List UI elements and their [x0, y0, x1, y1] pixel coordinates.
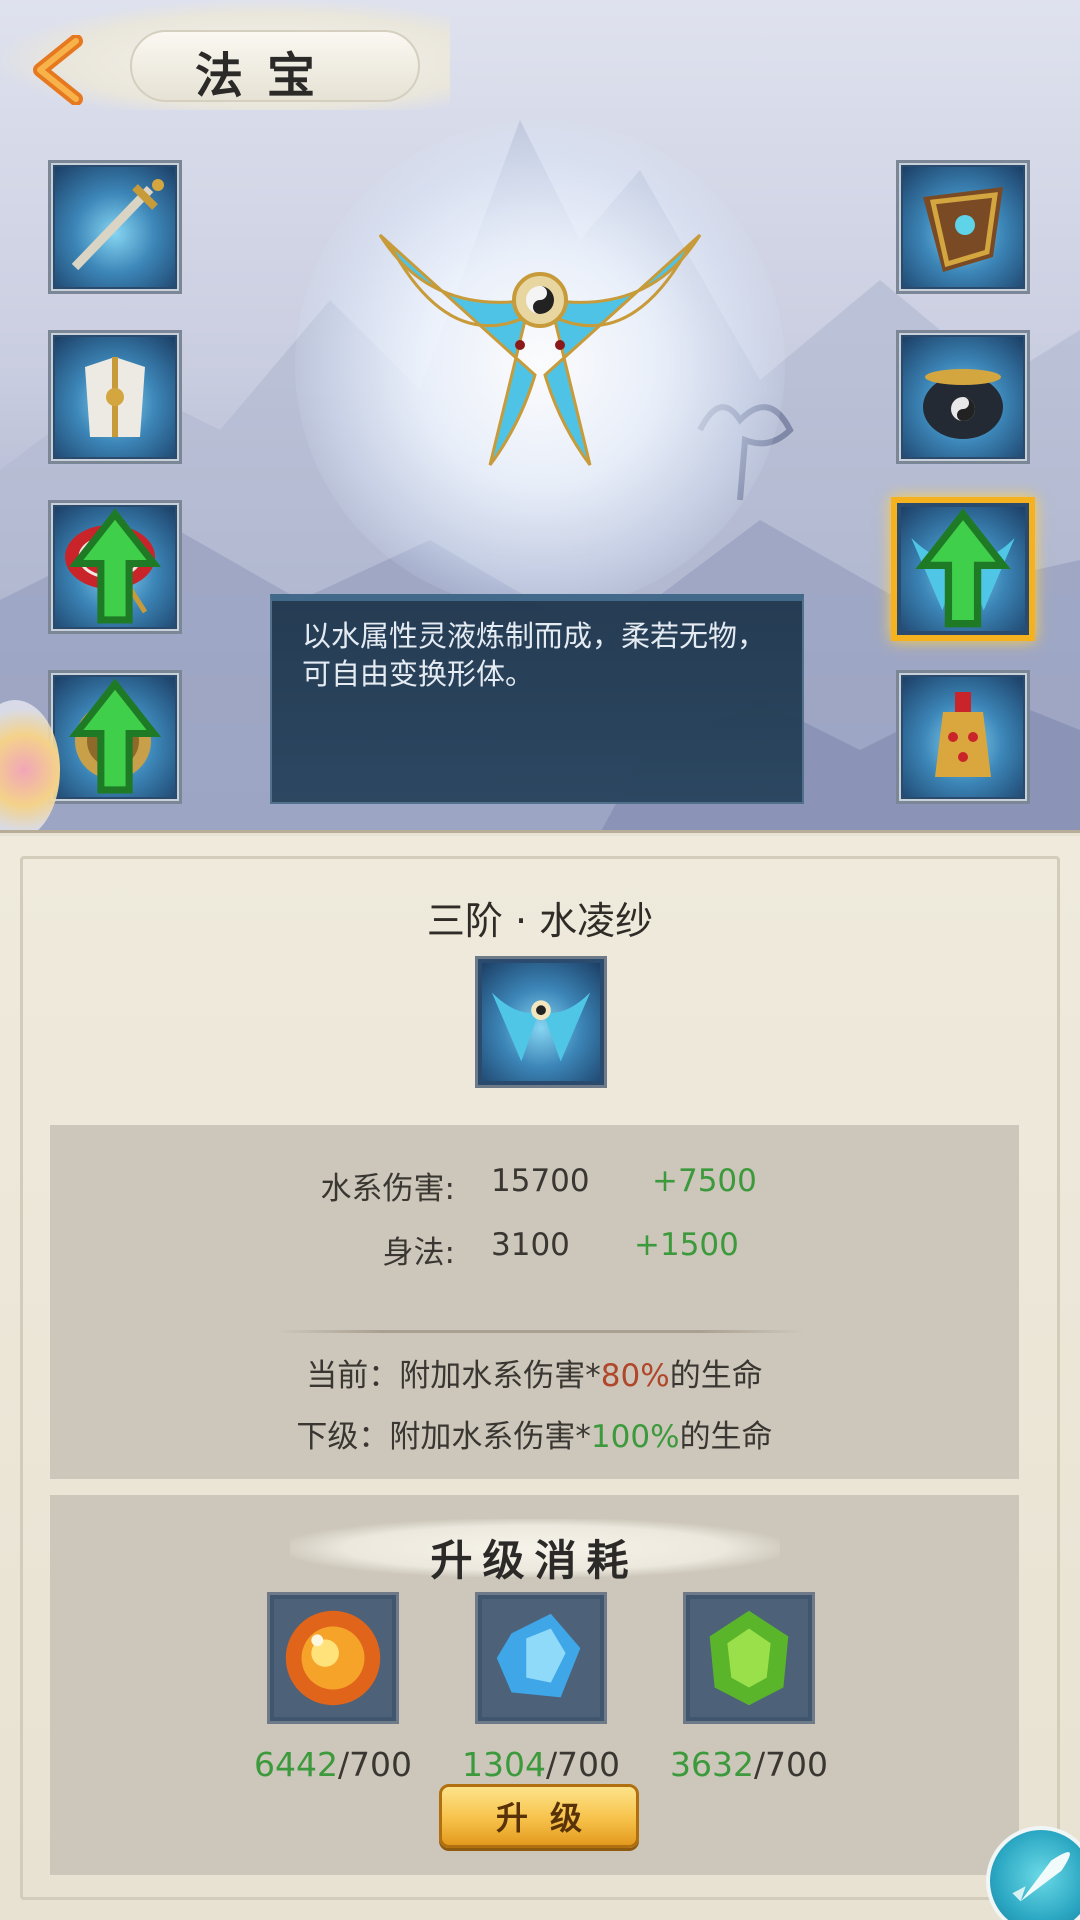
upgrade-arrow-icon — [68, 508, 162, 624]
armor-icon — [55, 337, 175, 457]
material-slot-fire[interactable] — [267, 1592, 399, 1724]
seal-icon: 卍 — [55, 677, 175, 797]
description-text: 以水属性灵液炼制而成，柔若无物，可自由变换形体。 — [302, 619, 767, 691]
stats-box: 水系伤害: 15700 +7500 身法: 3100 +1500 当前：附加水系… — [50, 1125, 1019, 1479]
material-need: /700 — [337, 1745, 413, 1784]
stat-label: 身法: — [382, 1235, 455, 1271]
slot-bell[interactable] — [896, 670, 1030, 804]
slot-umbrella[interactable] — [48, 500, 182, 634]
upgrade-cost-box: 升级消耗 6442/700 1304/700 3632/700 升级 — [50, 1495, 1019, 1875]
next-effect-percent: 100% — [590, 1419, 680, 1455]
current-effect-suffix: 的生命 — [669, 1358, 763, 1394]
slot-water-ribbon[interactable] — [891, 497, 1035, 641]
material-need: /700 — [753, 1745, 829, 1784]
ice-crystal-icon — [482, 1599, 600, 1717]
upgrade-arrow-icon — [915, 508, 1011, 628]
material-slot-jade[interactable] — [683, 1592, 815, 1724]
slot-seal[interactable]: 卍 — [48, 670, 182, 804]
slot-sword[interactable] — [48, 160, 182, 294]
slot-shield[interactable] — [896, 160, 1030, 294]
current-effect-prefix: 当前：附加水系伤害* — [306, 1358, 601, 1394]
water-ribbon-treasure-icon — [378, 233, 702, 466]
material-slot-ice[interactable] — [475, 1592, 607, 1724]
material-count-ice: 1304/700 — [441, 1745, 641, 1784]
sword-icon — [55, 167, 175, 287]
stat-bonus: +1500 — [634, 1227, 739, 1263]
stat-row-water-damage: 水系伤害: 15700 +7500 — [50, 1163, 1019, 1207]
material-need: /700 — [545, 1745, 621, 1784]
bell-icon — [903, 677, 1023, 797]
stat-value: 15700 — [491, 1163, 590, 1199]
back-button[interactable] — [18, 30, 98, 110]
material-count-jade: 3632/700 — [649, 1745, 849, 1784]
material-have: 1304 — [461, 1745, 546, 1784]
item-title: 三阶 · 水凌纱 — [426, 899, 654, 943]
cauldron-icon — [903, 337, 1023, 457]
stat-row-agility: 身法: 3100 +1500 — [50, 1227, 1019, 1271]
next-effect-prefix: 下级：附加水系伤害* — [296, 1419, 591, 1455]
divider — [275, 1330, 805, 1333]
treasure-scene: 法宝 卍 — [0, 0, 1080, 833]
next-effect-suffix: 的生命 — [679, 1419, 773, 1455]
back-arrow-icon — [33, 35, 83, 105]
item-preview — [475, 956, 607, 1088]
material-have: 6442 — [253, 1745, 338, 1784]
jade-gem-icon — [690, 1599, 808, 1717]
water-ribbon-icon — [482, 963, 600, 1081]
cost-title: 升级消耗 — [430, 1536, 639, 1585]
shield-icon — [903, 167, 1023, 287]
next-effect: 下级：附加水系伤害*100%的生命 — [50, 1411, 1019, 1456]
material-count-fire: 6442/700 — [233, 1745, 433, 1784]
umbrella-icon — [55, 507, 175, 627]
water-ribbon-icon — [901, 507, 1025, 631]
stat-value: 3100 — [491, 1227, 570, 1263]
slot-armor[interactable] — [48, 330, 182, 464]
rocket-shortcut-button[interactable] — [986, 1826, 1080, 1920]
material-have: 3632 — [669, 1745, 754, 1784]
detail-panel: 三阶 · 水凌纱 水系伤害: 15700 +7500 身法: 3100 +150… — [0, 836, 1080, 1920]
current-effect-percent: 80% — [600, 1358, 670, 1394]
upgrade-button[interactable]: 升级 — [439, 1784, 639, 1848]
page-title: 法宝 — [195, 48, 340, 104]
stat-bonus: +7500 — [652, 1163, 757, 1199]
upgrade-arrow-icon — [68, 678, 162, 794]
current-effect: 当前：附加水系伤害*80%的生命 — [50, 1350, 1019, 1395]
stat-label: 水系伤害: — [320, 1171, 455, 1207]
slot-cauldron[interactable] — [896, 330, 1030, 464]
fire-orb-icon — [274, 1599, 392, 1717]
rocket-icon — [1012, 1852, 1070, 1902]
description-box: 以水属性灵液炼制而成，柔若无物，可自由变换形体。 — [270, 594, 804, 804]
